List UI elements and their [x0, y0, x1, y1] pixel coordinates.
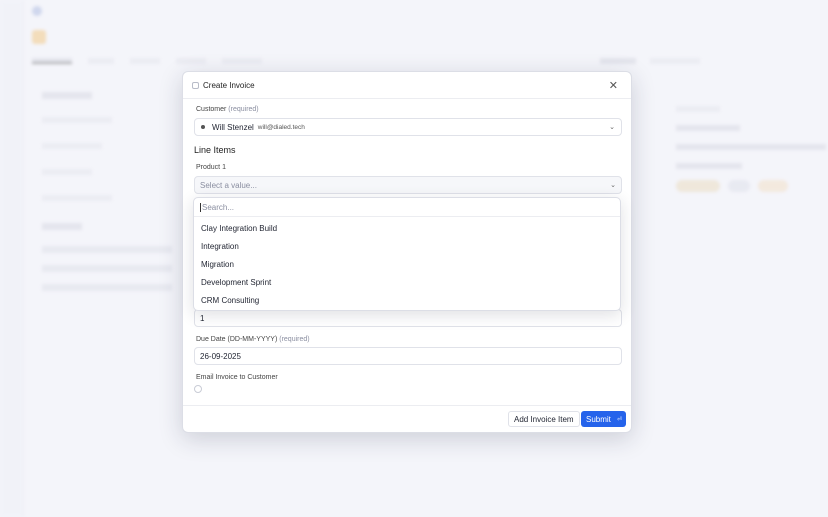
- chevron-down-icon: ⌄: [610, 182, 616, 189]
- dropdown-option[interactable]: Clay Integration Build: [194, 220, 620, 238]
- customer-email: will@dialed.tech: [257, 123, 305, 131]
- customer-label: Customer (required): [196, 106, 259, 113]
- add-invoice-item-button[interactable]: Add Invoice Item: [508, 411, 580, 427]
- email-invoice-label: Email Invoice to Customer: [196, 374, 278, 381]
- dropdown-option[interactable]: Migration: [194, 256, 620, 274]
- product-placeholder: Select a value...: [200, 180, 257, 190]
- customer-select[interactable]: Will Stenzel will@dialed.tech ⌄: [194, 118, 622, 136]
- dropdown-search-input[interactable]: [202, 202, 614, 212]
- close-icon[interactable]: ✕: [605, 77, 622, 94]
- modal-title: Create Invoice: [203, 80, 255, 90]
- line-items-title: Line Items: [194, 145, 236, 155]
- due-date-label: Due Date (DD-MM-YYYY) (required): [196, 336, 310, 343]
- customer-required: (required): [228, 106, 259, 113]
- product-label: Product 1: [196, 164, 226, 171]
- customer-avatar-icon: [201, 125, 205, 129]
- chevron-down-icon: ⌄: [609, 124, 615, 131]
- due-date-label-text: Due Date (DD-MM-YYYY): [196, 336, 278, 343]
- dropdown-option[interactable]: CRM Consulting: [194, 291, 620, 309]
- email-invoice-toggle[interactable]: [194, 385, 202, 393]
- product-dropdown: Clay Integration Build Integration Migra…: [193, 197, 621, 311]
- quantity-input[interactable]: 1: [194, 309, 622, 327]
- due-date-value: 26-09-2025: [200, 351, 241, 361]
- dropdown-list: Clay Integration Build Integration Migra…: [194, 217, 620, 309]
- customer-label-text: Customer: [196, 106, 227, 113]
- submit-button[interactable]: Submit ⏎: [581, 411, 626, 427]
- modal-header: Create Invoice ✕: [183, 72, 631, 99]
- dropdown-option[interactable]: Development Sprint: [194, 273, 620, 291]
- text-caret: [200, 202, 201, 212]
- enter-key-icon: ⏎: [616, 416, 622, 423]
- quantity-value: 1: [200, 313, 205, 323]
- modal-footer: Add Invoice Item Submit ⏎: [183, 405, 631, 432]
- due-date-input[interactable]: 26-09-2025: [194, 347, 622, 365]
- invoice-icon: [192, 81, 199, 89]
- customer-name: Will Stenzel: [212, 122, 254, 132]
- product-select[interactable]: Select a value... ⌄: [194, 176, 622, 194]
- submit-label: Submit: [586, 414, 611, 424]
- dropdown-option[interactable]: Integration: [194, 238, 620, 256]
- due-date-required: (required): [279, 336, 310, 343]
- dropdown-search: [194, 198, 620, 217]
